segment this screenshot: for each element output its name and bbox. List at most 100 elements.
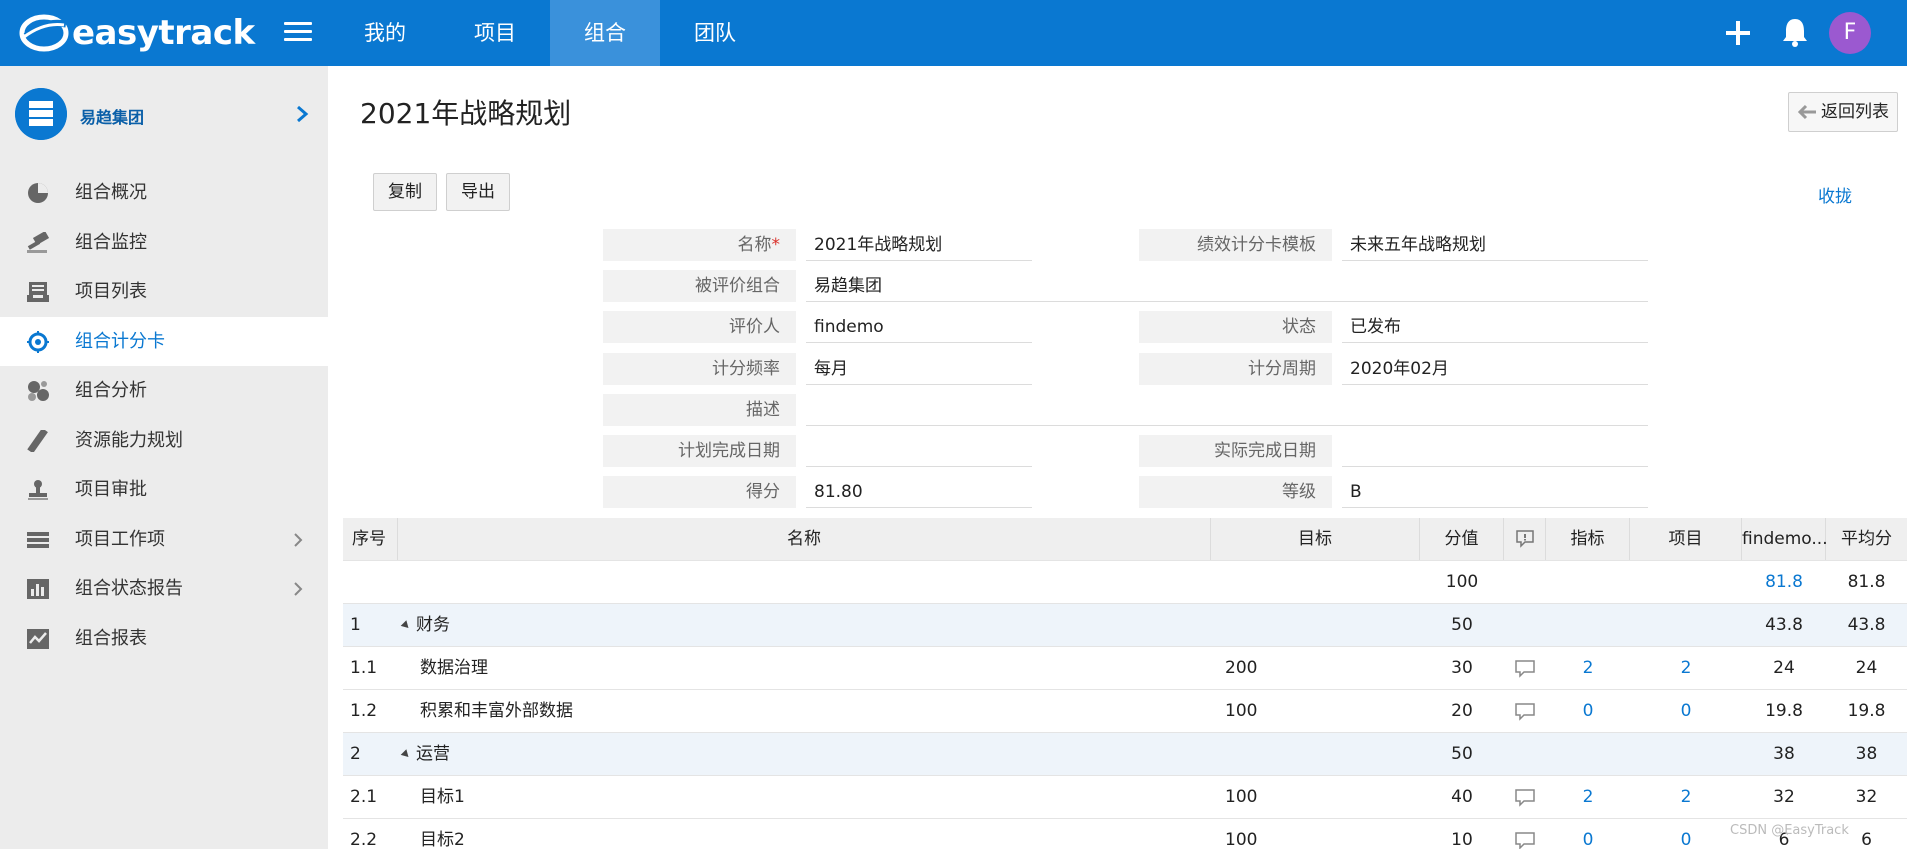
col-header-avg[interactable]: 平均分 [1826,518,1907,560]
sidebar-item-project-approval[interactable]: 项目审批 [0,465,328,515]
plan-date-field[interactable] [806,435,1032,467]
sidebar-item-label: 组合概况 [75,182,147,203]
chevron-right-icon [294,532,303,547]
name-field[interactable]: 2021年战略规划 [806,229,1032,261]
back-button-label: 返回列表 [1821,102,1889,122]
row-project-link[interactable]: 2 [1630,776,1742,818]
required-marker: * [771,235,781,255]
col-header-name[interactable]: 名称 [398,518,1211,560]
row-target: 100 [1225,701,1258,721]
sidebar-item-portfolio-monitor[interactable]: 组合监控 [0,218,328,268]
row-target: 100 [1225,787,1258,807]
col-header-points[interactable]: 分值 [1420,518,1504,560]
logo-swoosh-icon [19,14,69,52]
sidebar-item-label: 组合计分卡 [75,330,165,352]
bell-icon[interactable] [1779,15,1811,49]
arrow-left-icon [1797,104,1816,120]
name-label: 名称* [603,229,796,261]
template-label: 绩效计分卡模板 [1139,229,1332,261]
score-field[interactable]: 81.80 [806,476,1032,508]
table-row[interactable]: 1.2 积累和丰富外部数据 100 20 0 0 19.8 19.8 [343,690,1907,733]
row-name[interactable]: 积累和丰富外部数据 [420,690,1211,732]
sidebar-item-portfolio-scorecard[interactable]: 组合计分卡 [0,316,328,366]
period-field[interactable]: 2020年02月 [1342,353,1648,385]
row-avg: 19.8 [1847,701,1886,721]
sidebar-item-portfolio-analysis[interactable]: 组合分析 [0,366,328,416]
evaluator-field[interactable]: findemo [806,311,1032,343]
total-findemo-score[interactable]: 81.8 [1742,561,1826,603]
table-row-group[interactable]: 2 运营 50 38 38 [343,733,1907,776]
row-name[interactable]: 财务 [398,604,1211,646]
easytrack-logo[interactable]: easytrack [18,10,255,56]
status-label: 状态 [1139,311,1332,343]
comment-icon[interactable] [1514,702,1536,722]
col-header-project[interactable]: 项目 [1630,518,1742,560]
org-switcher[interactable]: 易趋集团 [0,66,328,168]
sidebar-item-portfolio-reports[interactable]: 组合报表 [0,614,328,664]
chevron-right-icon [294,582,303,596]
row-metric-link[interactable]: 2 [1546,776,1630,818]
col-header-target[interactable]: 目标 [1211,518,1420,560]
nav-item-projects[interactable]: 项目 [440,0,550,66]
row-project-link[interactable]: 2 [1630,647,1742,689]
row-name[interactable]: 数据治理 [420,647,1211,689]
table-row-group[interactable]: 1 财务 50 43.8 43.8 [343,604,1907,647]
sidebar-item-project-work-items[interactable]: 项目工作项 [0,515,328,565]
plus-icon[interactable] [1721,16,1755,50]
grade-field[interactable]: B [1342,476,1648,508]
expand-triangle-icon[interactable] [400,748,412,760]
row-project-link[interactable]: 0 [1630,690,1742,732]
actual-date-field[interactable] [1342,435,1648,467]
stamp-icon [28,480,48,500]
copy-button[interactable]: 复制 [373,173,437,211]
sidebar-item-project-list[interactable]: 项目列表 [0,267,328,317]
back-to-list-button[interactable]: 返回列表 [1788,92,1898,132]
frequency-field[interactable]: 每月 [806,353,1032,385]
sidebar-item-portfolio-status-report[interactable]: 组合状态报告 [0,564,328,614]
evaluated-field[interactable]: 易趋集团 [806,270,1648,302]
logo-text: easytrack [72,13,255,53]
evaluator-label: 评价人 [603,311,796,343]
user-avatar[interactable]: F [1829,12,1871,54]
row-name[interactable]: 运营 [398,733,1211,775]
total-avg: 81.8 [1847,572,1886,592]
nav-item-portfolio[interactable]: 组合 [550,0,660,66]
table-row[interactable]: 2.2 目标2 100 10 0 0 6 6 [343,819,1907,849]
comment-icon[interactable] [1514,788,1536,808]
table-row[interactable]: 1.1 数据治理 200 30 2 2 24 24 [343,647,1907,690]
sidebar-item-label: 组合分析 [75,380,147,401]
row-points: 10 [1451,830,1473,849]
template-field[interactable]: 未来五年战略规划 [1342,229,1648,261]
col-header-comment[interactable] [1504,518,1546,560]
table-row[interactable]: 2.1 目标1 100 40 2 2 32 32 [343,776,1907,819]
row-findemo: 19.8 [1765,701,1803,721]
comment-icon[interactable] [1514,659,1536,679]
comment-icon[interactable] [1514,831,1536,849]
col-header-findemo[interactable]: findemo... [1742,518,1828,560]
row-seq: 1 [350,615,361,635]
row-name[interactable]: 目标2 [420,819,1211,849]
row-project-link[interactable]: 0 [1630,819,1742,849]
expand-triangle-icon[interactable] [400,619,412,631]
ruler-icon [27,429,48,452]
col-header-seq[interactable]: 序号 [343,518,398,560]
row-metric-link[interactable]: 2 [1546,647,1630,689]
sidebar-item-portfolio-overview[interactable]: 组合概况 [0,168,328,218]
row-metric-link[interactable]: 0 [1546,690,1630,732]
row-metric-link[interactable]: 0 [1546,819,1630,849]
export-button[interactable]: 导出 [446,173,510,211]
menu-toggle-icon[interactable] [284,22,312,44]
sidebar-item-label: 项目列表 [75,281,147,302]
description-field[interactable] [806,394,1648,426]
line-report-icon [27,628,49,649]
row-points: 40 [1451,787,1473,807]
row-seq: 2.1 [350,787,378,807]
col-header-metric[interactable]: 指标 [1546,518,1630,560]
nav-item-team[interactable]: 团队 [660,0,770,66]
sidebar-item-resource-planning[interactable]: 资源能力规划 [0,416,328,466]
nav-item-mine[interactable]: 我的 [330,0,440,66]
status-field[interactable]: 已发布 [1342,311,1648,343]
sidebar-item-label: 组合报表 [75,627,147,649]
row-name[interactable]: 目标1 [420,776,1211,818]
collapse-link[interactable]: 收拢 [1818,182,1852,207]
